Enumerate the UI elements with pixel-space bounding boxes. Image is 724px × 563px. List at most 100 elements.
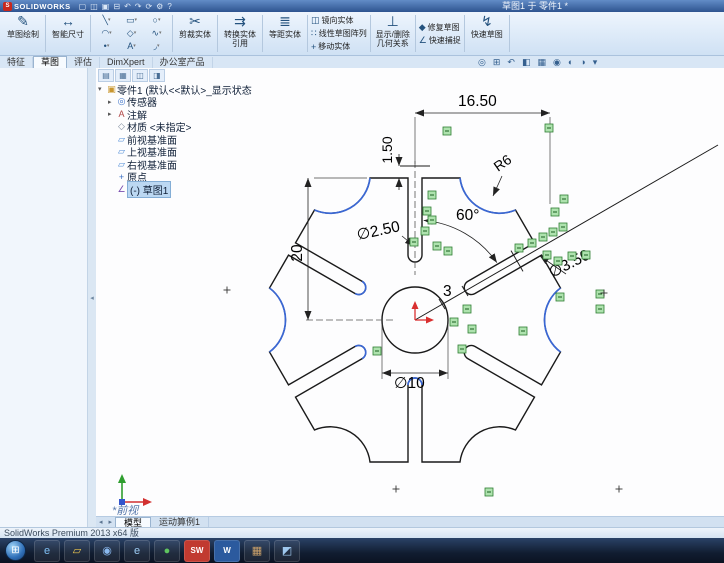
- repair-sketch-button-icon: ◆: [418, 21, 426, 32]
- rectangle-icon[interactable]: ▭▾: [119, 14, 144, 27]
- tab-evaluate[interactable]: 评估: [67, 57, 101, 68]
- arc-icon[interactable]: ◠▾: [94, 27, 119, 40]
- configuration-manager-tab[interactable]: ◫: [132, 69, 148, 82]
- highlighted-arcs[interactable]: [268, 177, 562, 386]
- save-icon[interactable]: ▣: [102, 1, 110, 12]
- taskbar-solidworks-icon[interactable]: SW: [184, 539, 210, 562]
- offset-entities-button[interactable]: ≣ 等距实体: [264, 12, 306, 55]
- tree-root-part[interactable]: ▾ ▣ 零件1 (默认<<默认>_显示状态: [98, 83, 252, 97]
- tree-item-right-plane[interactable]: ▱ 右视基准面: [98, 158, 230, 172]
- view-orientation-icon[interactable]: ▦: [537, 56, 546, 68]
- panel-splitter[interactable]: ◂: [87, 68, 96, 527]
- dim-slot-width-label[interactable]: ∅2.50: [355, 218, 402, 244]
- tree-item-origin-icon: +: [118, 171, 125, 182]
- hide-show-items-icon[interactable]: ◐: [568, 56, 573, 68]
- section-view-icon[interactable]: ◧: [522, 56, 531, 68]
- mirror-entities-button-label: 镜向实体: [321, 16, 354, 25]
- taskbar-word-icon[interactable]: W: [214, 539, 240, 562]
- spline-icon[interactable]: ∿▾: [144, 27, 169, 40]
- new-file-icon[interactable]: ▢: [79, 1, 87, 12]
- previous-view-icon[interactable]: ↶: [507, 56, 515, 68]
- tree-item-annotations-expander[interactable]: ▸: [108, 110, 116, 118]
- status-text: SolidWorks Premium 2013 x64 版: [4, 528, 139, 538]
- sketch-button[interactable]: ✎ 草图绘制: [2, 12, 44, 55]
- taskbar-ie-icon[interactable]: e: [34, 539, 60, 562]
- view-settings-arrow-icon[interactable]: ▾: [593, 56, 598, 68]
- circle-icon[interactable]: ○▾: [144, 14, 169, 27]
- repair-sketch-button[interactable]: ◆ 修复草图: [419, 21, 460, 34]
- tree-item-sensors-expander[interactable]: ▸: [108, 98, 116, 106]
- redo-icon[interactable]: ↷: [135, 1, 142, 12]
- toolbar-separator: [369, 15, 371, 52]
- display-manager-tab[interactable]: ◨: [149, 69, 165, 82]
- smart-dimension-button-label: 智能尺寸: [52, 30, 84, 39]
- tab-office[interactable]: 办公室产品: [153, 57, 213, 68]
- status-bar: SolidWorks Premium 2013 x64 版: [0, 527, 724, 538]
- tab-dimxpert[interactable]: DimXpert: [100, 57, 153, 68]
- motion-study-tab[interactable]: 运动算例1: [151, 517, 210, 527]
- toolbar-separator: [45, 15, 46, 52]
- convert-entities-button[interactable]: ⇉ 转换实体引用: [219, 12, 261, 55]
- solidworks-window: S SOLIDWORKS ▢ ◫ ▣ ⊟ ↶ ↷ ⟳ ⚙? 草图1 于 零件1 * ✎ 草图绘制…: [0, 0, 724, 563]
- dim-top-offset-label[interactable]: 1.50: [379, 136, 395, 163]
- tree-root-part-expander[interactable]: ▾: [98, 85, 106, 93]
- property-manager-tab[interactable]: ▦: [115, 69, 131, 82]
- dim-left-height-label[interactable]: 20: [289, 244, 306, 262]
- zoom-area-icon[interactable]: ⊞: [493, 56, 501, 68]
- toolbar-separator: [217, 15, 218, 52]
- pattern-tools-group: ◫ 镜向实体 ∷ 线性草图阵列 + 移动实体: [309, 12, 369, 55]
- text-icon[interactable]: A▾: [119, 40, 144, 53]
- taskbar-notes-icon[interactable]: ◩: [274, 539, 300, 562]
- smart-dimension-button[interactable]: ↔ 智能尺寸: [47, 12, 89, 55]
- help-icon[interactable]: ?: [167, 1, 171, 12]
- trim-entities-button[interactable]: ✂ 剪裁实体: [174, 12, 216, 55]
- print-icon[interactable]: ⊟: [113, 1, 120, 12]
- dim-center-offset-label[interactable]: 3: [443, 283, 452, 300]
- toolbar-separator: [172, 15, 173, 52]
- panel-tab-strip: ▤ ▦ ◫ ◨: [98, 69, 230, 82]
- quick-snaps-button-label: 快速捕捉: [428, 35, 461, 45]
- graphics-area[interactable]: 16.50 1.50 R6 60° ∅2.50 20 3 ∅3.50 ∅10 *…: [96, 68, 724, 528]
- edit-appearance-icon[interactable]: ◑: [580, 56, 585, 68]
- rapid-sketch-button[interactable]: ↯ 快速草图: [466, 12, 508, 55]
- quick-snaps-button[interactable]: ∠ 快速捕捉: [419, 34, 461, 47]
- polygon-icon[interactable]: ◇▾: [119, 27, 144, 40]
- line-icon[interactable]: ╲▾: [94, 14, 119, 27]
- taskbar-explorer-icon[interactable]: ▱: [64, 539, 90, 562]
- dim-angle-label[interactable]: 60°: [456, 207, 479, 224]
- tab-sketch[interactable]: 草图: [33, 56, 68, 68]
- tree-item-sensors[interactable]: ▸ ◎ 传感器: [98, 96, 230, 109]
- model-tab[interactable]: 模型: [115, 516, 152, 528]
- undo-icon[interactable]: ↶: [124, 1, 131, 12]
- open-file-icon[interactable]: ◫: [90, 1, 98, 12]
- taskbar-green-app-icon[interactable]: ●: [154, 539, 180, 562]
- feature-manager-tab[interactable]: ▤: [98, 69, 114, 82]
- start-button[interactable]: ⊞: [5, 540, 26, 561]
- move-entities-button[interactable]: + 移动实体: [311, 40, 350, 53]
- options-icon[interactable]: ⚙: [156, 1, 163, 12]
- model-tabs-scroll-right[interactable]: ▸: [106, 518, 116, 526]
- tab-features[interactable]: 特征: [0, 57, 34, 68]
- feature-tree: ▾ ▣ 零件1 (默认<<默认>_显示状态 ▸ ◎ 传感器 ▸ A 注解 ◇ 材质 <未指定> ▱ 前视…: [98, 83, 252, 198]
- point-icon[interactable]: •▾: [94, 40, 119, 53]
- trim-entities-button-label: 剪裁实体: [179, 30, 211, 39]
- relations-icon: ⊥: [386, 13, 399, 29]
- tree-item-sketch1[interactable]: ∠ (-) 草图1: [98, 180, 230, 198]
- display-delete-relations-button-label: 显示/删除几何关系: [375, 30, 410, 48]
- display-delete-relations-button[interactable]: ⊥ 显示/删除几何关系: [372, 12, 414, 55]
- origin-marker[interactable]: [411, 301, 435, 324]
- command-manager-toolbar: ✎ 草图绘制 ↔ 智能尺寸 ╲▾ ▭▾ ○▾ ◠▾ ◇▾ ∿▾ •▾ A▾ ◞▾ ✂ 剪裁实体 ⇉ 转换实体引用…: [0, 12, 724, 56]
- taskbar-archive-icon[interactable]: ▦: [244, 539, 270, 562]
- dim-radius-label[interactable]: R6: [491, 151, 515, 174]
- zoom-fit-icon[interactable]: ◎: [478, 56, 486, 68]
- dim-bore-label[interactable]: ∅10: [394, 375, 425, 392]
- taskbar-media-player-icon[interactable]: ◉: [94, 539, 120, 562]
- taskbar-browser-icon[interactable]: e: [124, 539, 150, 562]
- model-tabs-scroll-left[interactable]: ◂: [96, 518, 106, 526]
- display-style-icon[interactable]: ◉: [553, 56, 561, 68]
- mirror-entities-button[interactable]: ◫ 镜向实体: [311, 14, 354, 27]
- rebuild-icon[interactable]: ⟳: [145, 1, 152, 12]
- dim-top-width-label[interactable]: 16.50: [458, 93, 497, 110]
- linear-sketch-pattern-button[interactable]: ∷ 线性草图阵列: [311, 27, 367, 40]
- fillet-icon[interactable]: ◞▾: [144, 40, 169, 53]
